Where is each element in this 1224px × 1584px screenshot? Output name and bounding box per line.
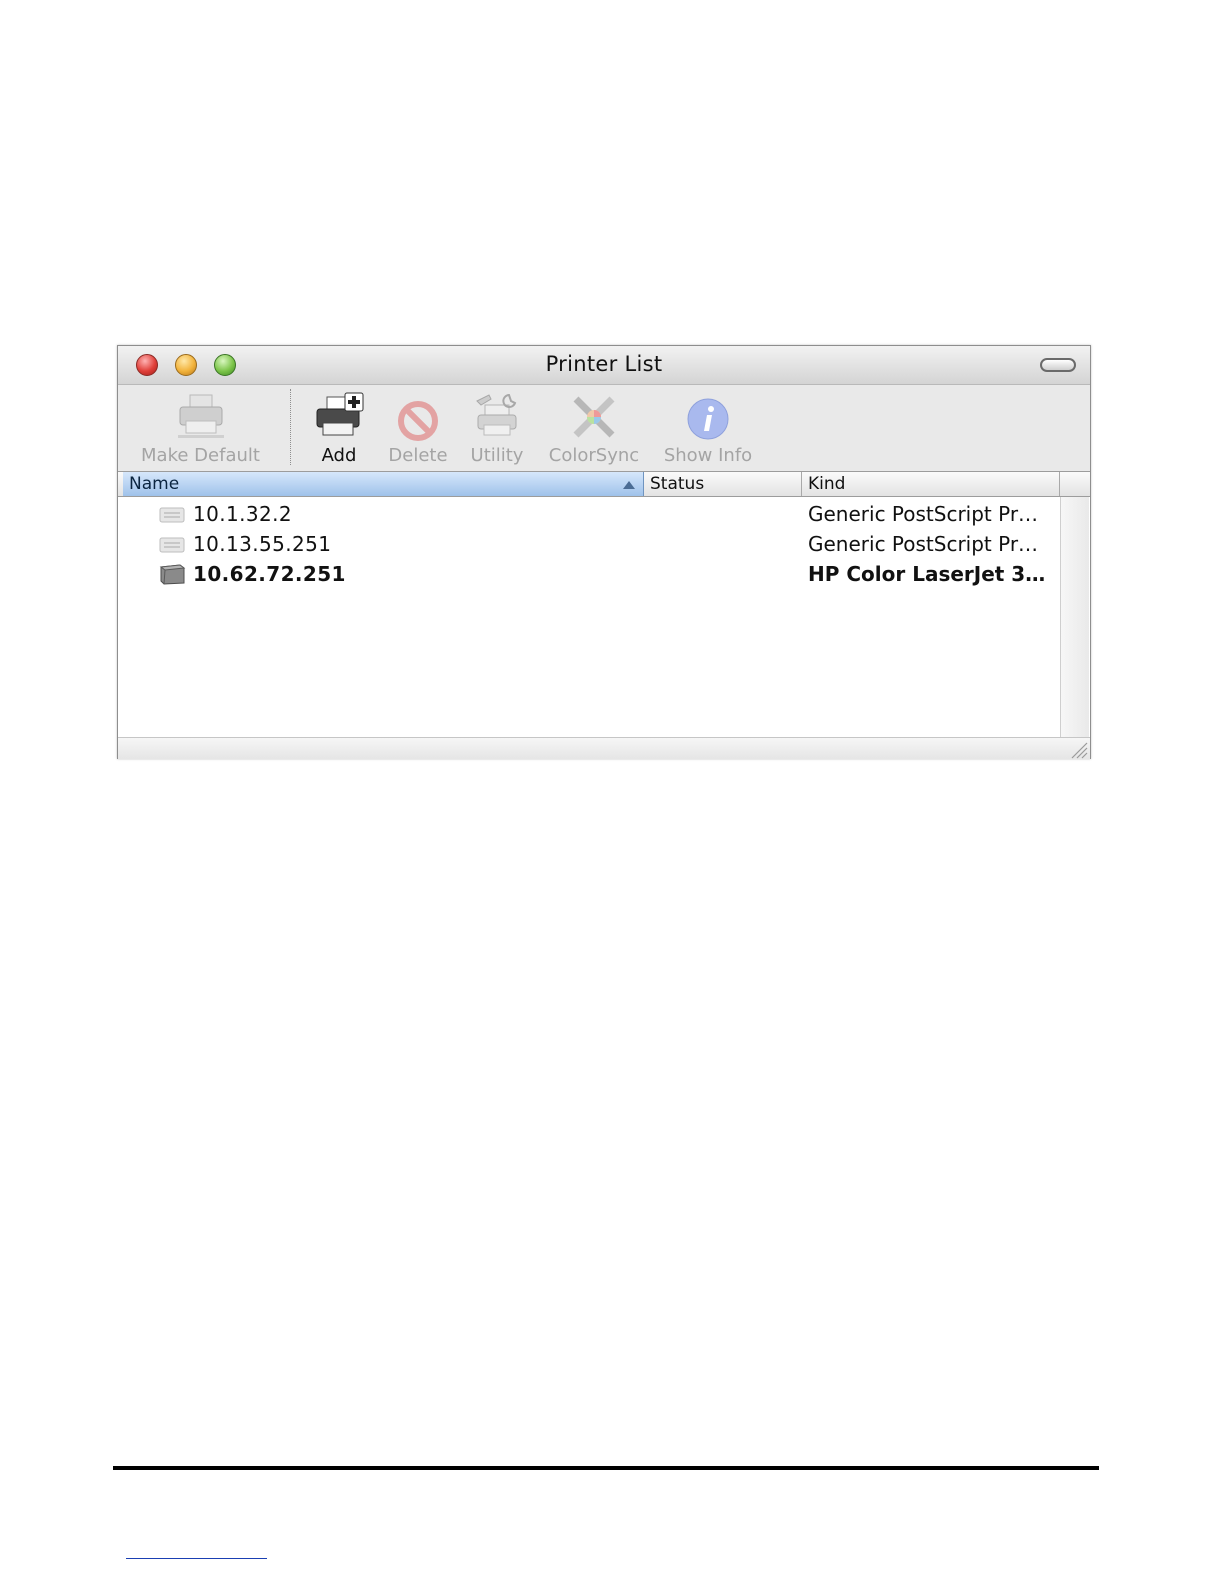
printer-icon (177, 394, 224, 438)
show-info-button[interactable]: Show Info (656, 389, 760, 469)
toolbar: Make Default Add Delete Utility ColorSyn… (118, 385, 1090, 471)
delete-icon (398, 401, 438, 441)
column-header-name[interactable]: Name (123, 472, 644, 496)
colorsync-button[interactable]: ColorSync (538, 389, 650, 469)
resize-grip-icon[interactable] (1068, 741, 1088, 759)
printer-table: Name Status Kind 10.1.32.2 Generic PostS… (118, 471, 1090, 759)
add-printer-icon (316, 392, 364, 436)
utility-icon (476, 393, 517, 436)
toolbar-separator (290, 389, 291, 465)
printer-kind: HP Color LaserJet 3… (808, 562, 1046, 586)
column-header-name-label: Name (129, 474, 180, 494)
colorsync-label: ColorSync (548, 445, 640, 466)
window-title: Printer List (545, 352, 663, 376)
sort-ascending-icon (623, 481, 635, 489)
generic-printer-icon (159, 507, 185, 523)
delete-button[interactable]: Delete (381, 389, 455, 469)
table-row[interactable]: 10.13.55.251 Generic PostScript Pr… (118, 529, 1060, 559)
column-header-status[interactable]: Status (644, 472, 802, 496)
make-default-button[interactable]: Make Default (128, 389, 273, 469)
make-default-label: Make Default (141, 445, 260, 466)
link-underline (126, 1558, 267, 1559)
printer-name: 10.1.32.2 (193, 502, 293, 526)
info-icon (687, 398, 729, 440)
colorsync-icon (573, 396, 615, 438)
column-header-kind[interactable]: Kind (802, 472, 1060, 496)
add-label: Add (321, 445, 357, 466)
page-divider (113, 1466, 1099, 1470)
printer-kind: Generic PostScript Pr… (808, 532, 1039, 556)
add-button[interactable]: Add (304, 389, 374, 469)
utility-button[interactable]: Utility (462, 389, 532, 469)
column-header-spacer (1060, 472, 1090, 496)
table-row[interactable]: 10.1.32.2 Generic PostScript Pr… (118, 499, 1060, 529)
generic-printer-icon (159, 537, 185, 553)
toolbar-toggle-button[interactable] (1040, 358, 1076, 372)
table-row[interactable]: 10.62.72.251 HP Color LaserJet 3… (118, 559, 1060, 589)
delete-label: Delete (388, 445, 448, 466)
laser-printer-icon (159, 564, 186, 585)
show-info-label: Show Info (663, 445, 753, 466)
printer-name: 10.62.72.251 (193, 562, 346, 586)
utility-label: Utility (470, 445, 524, 466)
printer-list-window: Printer List Make Default Add Delete Uti… (117, 345, 1091, 759)
printer-kind: Generic PostScript Pr… (808, 502, 1039, 526)
table-header: Name Status Kind (118, 472, 1090, 497)
printer-name: 10.13.55.251 (193, 532, 332, 556)
vertical-scrollbar[interactable] (1060, 497, 1089, 737)
title-bar[interactable]: Printer List (118, 346, 1090, 385)
window-bottom-bar (118, 737, 1090, 759)
